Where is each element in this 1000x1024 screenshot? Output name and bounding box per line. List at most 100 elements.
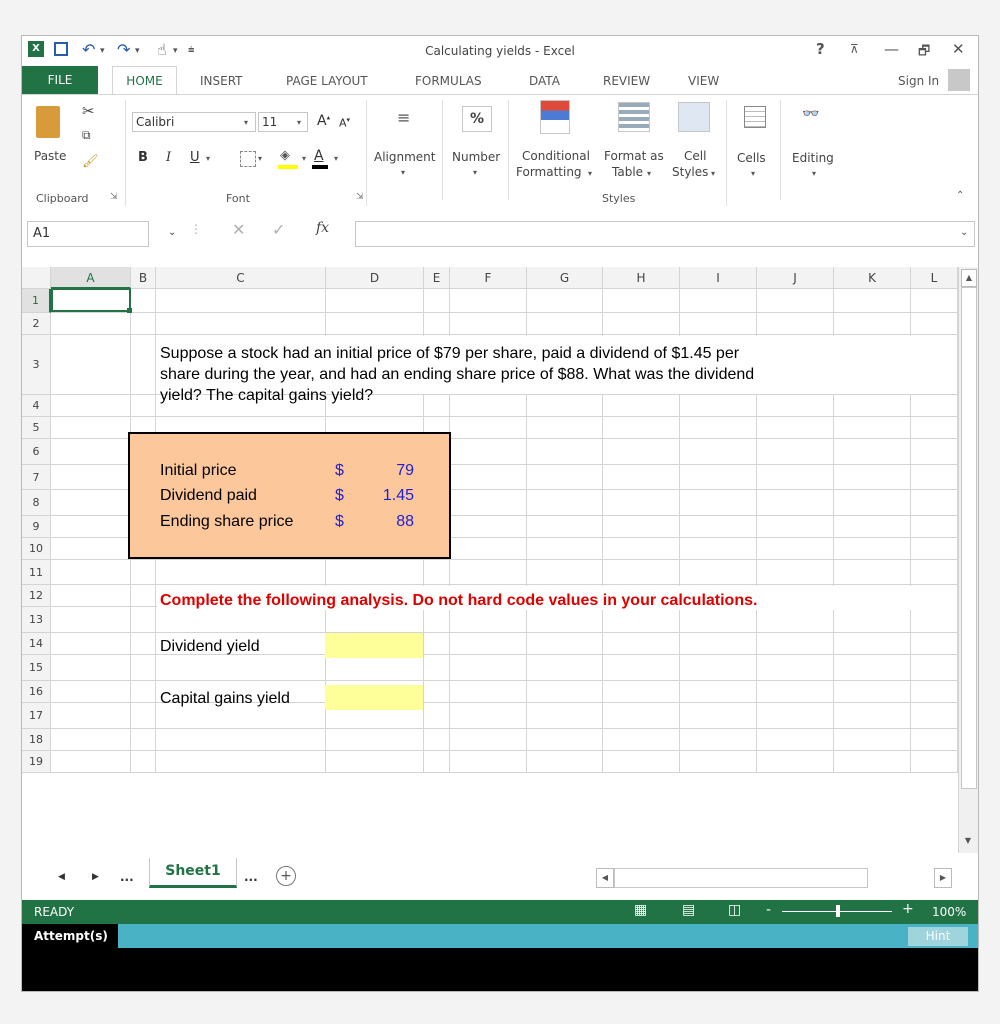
scroll-up-icon[interactable]: ▲ bbox=[961, 269, 977, 287]
column-header-l[interactable]: L bbox=[911, 267, 958, 289]
paste-icon[interactable] bbox=[36, 106, 60, 138]
column-header-g[interactable]: G bbox=[527, 267, 603, 289]
close-icon[interactable]: ✕ bbox=[952, 40, 965, 58]
more-sheets-left[interactable]: ... bbox=[120, 870, 134, 884]
chevron-down-icon[interactable]: ▾ bbox=[751, 169, 755, 178]
chevron-down-icon[interactable]: ▾ bbox=[812, 169, 816, 178]
tab-insert[interactable]: INSERT bbox=[200, 74, 243, 88]
cells-icon[interactable] bbox=[744, 106, 766, 128]
bold-button[interactable]: B bbox=[138, 150, 148, 165]
cell-styles-label-1[interactable]: Cell bbox=[684, 149, 706, 163]
borders-icon[interactable] bbox=[240, 151, 256, 167]
help-icon[interactable]: ? bbox=[816, 40, 825, 58]
conditional-formatting-label-2[interactable]: Formatting bbox=[516, 165, 582, 179]
format-as-table-icon[interactable] bbox=[618, 102, 650, 132]
cell-styles-icon[interactable] bbox=[678, 102, 710, 132]
maximize-icon[interactable]: 🗗 bbox=[918, 42, 930, 64]
row-header-12[interactable]: 12 bbox=[22, 585, 51, 607]
font-color-icon[interactable]: A bbox=[314, 148, 324, 164]
format-as-table-label-1[interactable]: Format as bbox=[604, 149, 664, 163]
chevron-down-icon[interactable]: ▾ bbox=[711, 169, 715, 178]
initial-price-value[interactable]: 79 bbox=[362, 462, 414, 480]
chevron-down-icon[interactable]: ▾ bbox=[206, 154, 210, 163]
row-header-19[interactable]: 19 bbox=[22, 751, 51, 773]
tab-data[interactable]: DATA bbox=[529, 74, 560, 88]
column-header-i[interactable]: I bbox=[680, 267, 757, 289]
format-painter-icon[interactable]: 🖌 bbox=[82, 154, 99, 169]
select-all-corner[interactable] bbox=[22, 267, 51, 289]
row-header-4[interactable]: 4 bbox=[22, 395, 51, 417]
chevron-down-icon[interactable]: ▾ bbox=[334, 154, 338, 163]
chevron-down-icon[interactable]: ▾ bbox=[647, 169, 651, 178]
column-header-h[interactable]: H bbox=[603, 267, 680, 289]
column-header-d[interactable]: D bbox=[326, 267, 424, 289]
fill-handle[interactable] bbox=[127, 308, 132, 313]
editing-button[interactable]: Editing bbox=[792, 151, 834, 165]
row-header-6[interactable]: 6 bbox=[22, 439, 51, 465]
scroll-thumb[interactable] bbox=[961, 287, 977, 789]
row-header-8[interactable]: 8 bbox=[22, 490, 51, 516]
horizontal-scrollbar[interactable] bbox=[614, 868, 868, 888]
column-header-a[interactable]: A bbox=[51, 267, 131, 289]
column-header-j[interactable]: J bbox=[757, 267, 834, 289]
next-sheet-icon[interactable]: ▶ bbox=[92, 872, 99, 882]
cell-styles-label-2[interactable]: Styles bbox=[672, 165, 708, 179]
percent-icon[interactable]: % bbox=[462, 106, 492, 132]
active-cell[interactable] bbox=[51, 288, 131, 312]
row-header-7[interactable]: 7 bbox=[22, 465, 51, 490]
format-as-table-label-2[interactable]: Table bbox=[612, 165, 643, 179]
row-header-13[interactable]: 13 bbox=[22, 607, 51, 633]
zoom-in-icon[interactable]: + bbox=[902, 901, 914, 917]
row-header-17[interactable]: 17 bbox=[22, 703, 51, 729]
fill-color-icon[interactable]: ◈ bbox=[280, 148, 290, 163]
column-header-k[interactable]: K bbox=[834, 267, 911, 289]
prev-sheet-icon[interactable]: ◀ bbox=[58, 872, 65, 882]
cancel-icon[interactable]: ✕ bbox=[232, 220, 245, 239]
hint-button[interactable]: Hint bbox=[908, 927, 968, 946]
ribbon-display-icon[interactable]: ⊼ bbox=[850, 42, 859, 56]
find-binoculars-icon[interactable]: 👓 bbox=[802, 106, 819, 122]
column-header-e[interactable]: E bbox=[424, 267, 450, 289]
expand-formula-bar-icon[interactable]: ⌄ bbox=[960, 227, 968, 238]
tab-page-layout[interactable]: PAGE LAYOUT bbox=[286, 74, 368, 88]
row-header-15[interactable]: 15 bbox=[22, 655, 51, 681]
alignment-icon[interactable]: ≡ bbox=[397, 108, 413, 127]
paste-button[interactable]: Paste bbox=[34, 149, 66, 163]
cut-icon[interactable]: ✂ bbox=[82, 102, 95, 120]
row-header-10[interactable]: 10 bbox=[22, 538, 51, 560]
row-header-11[interactable]: 11 bbox=[22, 560, 51, 585]
chevron-down-icon[interactable]: ▾ bbox=[401, 168, 405, 177]
sign-in-link[interactable]: Sign In bbox=[898, 74, 939, 88]
vertical-scrollbar[interactable]: ▲ ▼ bbox=[958, 267, 978, 853]
sheet-tab-sheet1[interactable]: Sheet1 bbox=[149, 858, 237, 888]
minimize-icon[interactable]: — bbox=[884, 40, 899, 58]
enter-icon[interactable]: ✓ bbox=[272, 220, 285, 239]
scroll-left-icon[interactable]: ◀ bbox=[596, 868, 614, 888]
name-box[interactable]: A1 ⌄ bbox=[27, 221, 176, 247]
normal-view-icon[interactable]: ▦ bbox=[634, 902, 647, 918]
page-break-view-icon[interactable]: ◫ bbox=[728, 902, 741, 918]
row-header-9[interactable]: 9 bbox=[22, 516, 51, 538]
alignment-button[interactable]: Alignment bbox=[374, 150, 435, 164]
chevron-down-icon[interactable]: ▾ bbox=[244, 118, 248, 127]
row-header-18[interactable]: 18 bbox=[22, 729, 51, 751]
column-header-f[interactable]: F bbox=[450, 267, 527, 289]
copy-icon[interactable]: ⧉ bbox=[82, 128, 91, 143]
number-button[interactable]: Number bbox=[452, 150, 500, 164]
cells-button[interactable]: Cells bbox=[737, 151, 766, 165]
chevron-down-icon[interactable]: ▾ bbox=[297, 118, 301, 127]
clipboard-launcher-icon[interactable]: ⇲ bbox=[110, 192, 118, 202]
font-name-select[interactable]: Calibri bbox=[132, 112, 256, 132]
chevron-down-icon[interactable]: ▾ bbox=[258, 154, 262, 163]
row-header-2[interactable]: 2 bbox=[22, 313, 51, 335]
tab-formulas[interactable]: FORMULAS bbox=[415, 74, 482, 88]
font-launcher-icon[interactable]: ⇲ bbox=[356, 192, 364, 202]
row-header-1[interactable]: 1 bbox=[22, 289, 51, 313]
conditional-formatting-label-1[interactable]: Conditional bbox=[522, 149, 590, 163]
decrease-font-icon[interactable]: A▾ bbox=[339, 116, 350, 130]
row-header-16[interactable]: 16 bbox=[22, 681, 51, 703]
row-header-5[interactable]: 5 bbox=[22, 417, 51, 439]
tab-review[interactable]: REVIEW bbox=[603, 74, 650, 88]
zoom-level[interactable]: 100% bbox=[932, 905, 966, 919]
row-header-3[interactable]: 3 bbox=[22, 335, 51, 395]
